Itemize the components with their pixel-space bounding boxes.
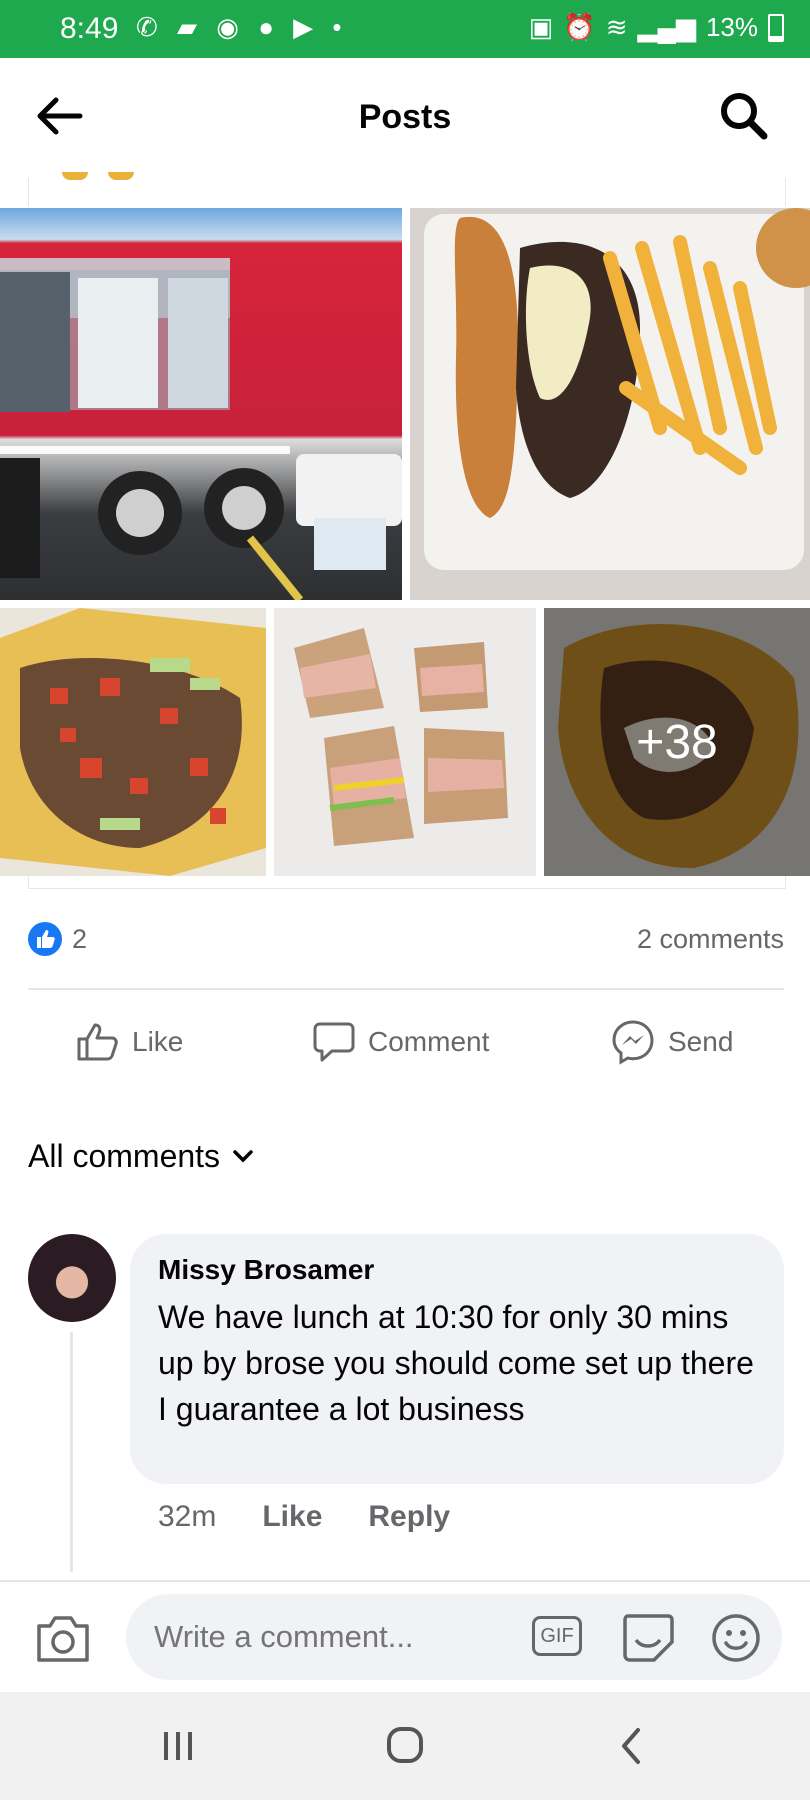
send-button[interactable]: Send (610, 1020, 734, 1065)
battery-icon (768, 13, 784, 42)
comment-like-button[interactable]: Like (262, 1500, 322, 1534)
chat-icon: ▰ (177, 12, 204, 42)
nachos-image (0, 608, 266, 876)
page-title: Posts (358, 98, 452, 136)
avatar[interactable] (28, 1234, 116, 1322)
comments-count[interactable]: 2 comments (637, 924, 784, 955)
comment-meta: 32m Like Reply (158, 1500, 450, 1534)
system-icons: ▣ ⏰ ≋ ▂▄▆ 13% (529, 12, 784, 43)
system-nav-bar (0, 1692, 810, 1800)
messenger-icon: ◉ (216, 12, 245, 42)
post-card-bottom (28, 876, 786, 889)
emoji-icon[interactable] (710, 1612, 762, 1664)
comment-text: We have lunch at 10:30 for only 30 mins … (158, 1299, 754, 1427)
photo-loaded-fries[interactable]: +38 (544, 608, 810, 876)
nav-back-icon[interactable] (616, 1726, 646, 1766)
comment-button[interactable]: Comment (312, 1020, 489, 1064)
camera-icon[interactable] (34, 1612, 92, 1666)
like-label: Like (132, 1026, 184, 1057)
recent-apps-icon[interactable] (158, 1728, 198, 1764)
chevron-down-icon (233, 1149, 253, 1162)
dot-icon: • (332, 12, 348, 42)
comment-input[interactable] (126, 1594, 782, 1680)
gif-button[interactable]: GIF (532, 1616, 582, 1656)
status-time: 8:49 (60, 12, 119, 45)
phone-icon: ✆ (136, 12, 164, 42)
status-bar: 8:49 ✆ ▰ ◉ ● ▶ • ▣ ⏰ ≋ ▂▄▆ 13% (0, 0, 810, 58)
lock-icon: ▣ (528, 12, 554, 42)
photo-food-trailer[interactable] (0, 208, 402, 600)
like-reaction-icon[interactable] (28, 922, 62, 956)
post-card-edge (28, 178, 786, 206)
home-icon[interactable] (384, 1724, 426, 1766)
divider (28, 988, 784, 990)
facebook-icon: ● (258, 12, 280, 42)
more-photos-overlay[interactable]: +38 (544, 608, 810, 876)
like-button[interactable]: Like (76, 1020, 183, 1064)
photo-cheesesteak[interactable] (410, 208, 810, 600)
comment-time: 32m (158, 1500, 217, 1533)
notification-icons: ✆ ▰ ◉ ● ▶ • (136, 12, 347, 43)
signal-icon: ▂▄▆ (637, 12, 696, 42)
comment-bubble[interactable]: Missy Brosamer We have lunch at 10:30 fo… (130, 1234, 784, 1484)
comment-icon (313, 1022, 355, 1062)
comments-filter-label: All comments (28, 1138, 221, 1174)
reactions-summary: 2 2 comments (28, 920, 784, 960)
send-label: Send (668, 1026, 734, 1057)
like-count[interactable]: 2 (72, 924, 87, 955)
wifi-icon: ≋ (605, 12, 628, 42)
sticker-icon[interactable] (620, 1610, 676, 1664)
emoji-remnant (62, 172, 150, 182)
cheesesteak-image (410, 208, 810, 600)
alarm-icon: ⏰ (563, 12, 596, 42)
more-photos-count: +38 (636, 715, 718, 769)
comment-composer: GIF (0, 1580, 810, 1692)
comment-author[interactable]: Missy Brosamer (158, 1254, 374, 1286)
club-sandwich-image (274, 608, 536, 876)
thread-line (70, 1332, 73, 1572)
messenger-icon (612, 1020, 654, 1065)
comment-label: Comment (368, 1026, 490, 1057)
photo-club-sandwich[interactable] (274, 608, 536, 876)
search-icon[interactable] (714, 86, 774, 146)
app-header: Posts (0, 58, 810, 178)
photo-nachos[interactable] (0, 608, 266, 876)
food-trailer-image (0, 258, 402, 600)
comments-filter-dropdown[interactable]: All comments (28, 1138, 254, 1175)
gif-label: GIF (540, 1624, 574, 1647)
battery-level: 13% (705, 12, 758, 42)
thumbs-up-icon (77, 1023, 118, 1061)
comment-reply-button[interactable]: Reply (368, 1500, 450, 1534)
youtube-icon: ▶ (293, 12, 320, 42)
